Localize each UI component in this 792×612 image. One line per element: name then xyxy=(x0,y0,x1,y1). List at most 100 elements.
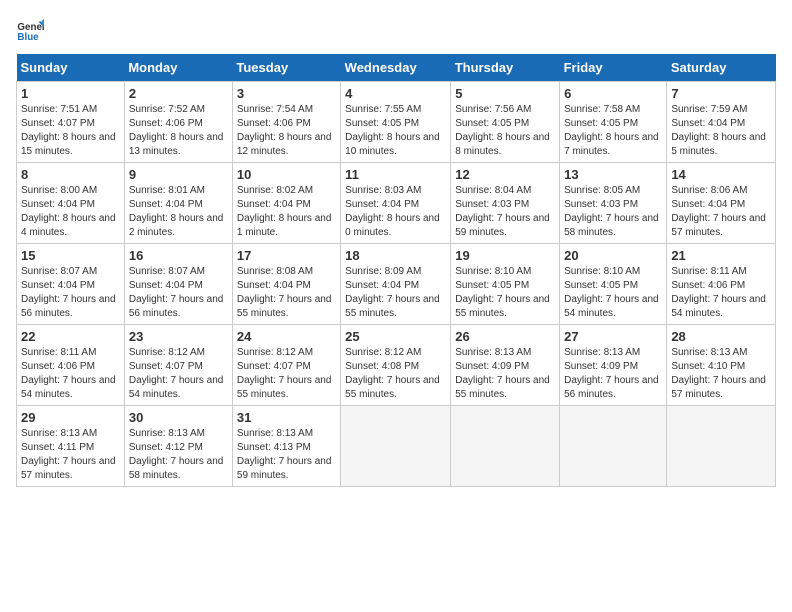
calendar-cell: 31 Sunrise: 8:13 AMSunset: 4:13 PMDaylig… xyxy=(232,406,340,487)
calendar-cell: 29 Sunrise: 8:13 AMSunset: 4:11 PMDaylig… xyxy=(17,406,125,487)
calendar-cell: 14 Sunrise: 8:06 AMSunset: 4:04 PMDaylig… xyxy=(667,163,776,244)
calendar-cell: 10 Sunrise: 8:02 AMSunset: 4:04 PMDaylig… xyxy=(232,163,340,244)
day-number: 14 xyxy=(671,167,771,182)
day-number: 24 xyxy=(237,329,336,344)
calendar-cell: 3 Sunrise: 7:54 AMSunset: 4:06 PMDayligh… xyxy=(232,82,340,163)
header-thursday: Thursday xyxy=(451,54,560,82)
day-number: 29 xyxy=(21,410,120,425)
cell-info: Sunrise: 8:13 AMSunset: 4:13 PMDaylight:… xyxy=(237,428,332,481)
day-number: 31 xyxy=(237,410,336,425)
day-number: 5 xyxy=(455,86,555,101)
cell-info: Sunrise: 8:09 AMSunset: 4:04 PMDaylight:… xyxy=(345,266,440,319)
cell-info: Sunrise: 8:07 AMSunset: 4:04 PMDaylight:… xyxy=(129,266,224,319)
day-number: 13 xyxy=(564,167,662,182)
calendar-cell: 6 Sunrise: 7:58 AMSunset: 4:05 PMDayligh… xyxy=(560,82,667,163)
header-saturday: Saturday xyxy=(667,54,776,82)
calendar-cell: 13 Sunrise: 8:05 AMSunset: 4:03 PMDaylig… xyxy=(560,163,667,244)
day-number: 26 xyxy=(455,329,555,344)
day-number: 11 xyxy=(345,167,446,182)
calendar-cell: 22 Sunrise: 8:11 AMSunset: 4:06 PMDaylig… xyxy=(17,325,125,406)
cell-info: Sunrise: 8:10 AMSunset: 4:05 PMDaylight:… xyxy=(564,266,659,319)
header-tuesday: Tuesday xyxy=(232,54,340,82)
week-row-5: 29 Sunrise: 8:13 AMSunset: 4:11 PMDaylig… xyxy=(17,406,776,487)
calendar-cell xyxy=(667,406,776,487)
calendar-cell: 9 Sunrise: 8:01 AMSunset: 4:04 PMDayligh… xyxy=(124,163,232,244)
svg-text:Blue: Blue xyxy=(17,32,39,43)
day-number: 7 xyxy=(671,86,771,101)
calendar-cell: 4 Sunrise: 7:55 AMSunset: 4:05 PMDayligh… xyxy=(341,82,451,163)
cell-info: Sunrise: 8:04 AMSunset: 4:03 PMDaylight:… xyxy=(455,185,550,238)
cell-info: Sunrise: 7:51 AMSunset: 4:07 PMDaylight:… xyxy=(21,104,116,157)
cell-info: Sunrise: 8:03 AMSunset: 4:04 PMDaylight:… xyxy=(345,185,440,238)
cell-info: Sunrise: 8:13 AMSunset: 4:12 PMDaylight:… xyxy=(129,428,224,481)
day-number: 16 xyxy=(129,248,228,263)
day-number: 9 xyxy=(129,167,228,182)
page-container: General Blue SundayMondayTuesdayWednesda… xyxy=(0,0,792,497)
cell-info: Sunrise: 8:02 AMSunset: 4:04 PMDaylight:… xyxy=(237,185,332,238)
cell-info: Sunrise: 8:12 AMSunset: 4:07 PMDaylight:… xyxy=(129,347,224,400)
cell-info: Sunrise: 8:13 AMSunset: 4:09 PMDaylight:… xyxy=(455,347,550,400)
calendar-cell: 8 Sunrise: 8:00 AMSunset: 4:04 PMDayligh… xyxy=(17,163,125,244)
calendar-cell: 25 Sunrise: 8:12 AMSunset: 4:08 PMDaylig… xyxy=(341,325,451,406)
header-wednesday: Wednesday xyxy=(341,54,451,82)
cell-info: Sunrise: 8:06 AMSunset: 4:04 PMDaylight:… xyxy=(671,185,766,238)
cell-info: Sunrise: 7:54 AMSunset: 4:06 PMDaylight:… xyxy=(237,104,332,157)
cell-info: Sunrise: 8:10 AMSunset: 4:05 PMDaylight:… xyxy=(455,266,550,319)
day-number: 22 xyxy=(21,329,120,344)
calendar-cell: 12 Sunrise: 8:04 AMSunset: 4:03 PMDaylig… xyxy=(451,163,560,244)
header-row: SundayMondayTuesdayWednesdayThursdayFrid… xyxy=(17,54,776,82)
day-number: 18 xyxy=(345,248,446,263)
calendar-cell: 20 Sunrise: 8:10 AMSunset: 4:05 PMDaylig… xyxy=(560,244,667,325)
day-number: 19 xyxy=(455,248,555,263)
cell-info: Sunrise: 8:08 AMSunset: 4:04 PMDaylight:… xyxy=(237,266,332,319)
week-row-4: 22 Sunrise: 8:11 AMSunset: 4:06 PMDaylig… xyxy=(17,325,776,406)
cell-info: Sunrise: 8:13 AMSunset: 4:11 PMDaylight:… xyxy=(21,428,116,481)
calendar-cell: 27 Sunrise: 8:13 AMSunset: 4:09 PMDaylig… xyxy=(560,325,667,406)
day-number: 6 xyxy=(564,86,662,101)
cell-info: Sunrise: 7:58 AMSunset: 4:05 PMDaylight:… xyxy=(564,104,659,157)
cell-info: Sunrise: 7:59 AMSunset: 4:04 PMDaylight:… xyxy=(671,104,766,157)
calendar-table: SundayMondayTuesdayWednesdayThursdayFrid… xyxy=(16,54,776,487)
cell-info: Sunrise: 8:00 AMSunset: 4:04 PMDaylight:… xyxy=(21,185,116,238)
cell-info: Sunrise: 8:13 AMSunset: 4:09 PMDaylight:… xyxy=(564,347,659,400)
calendar-cell: 16 Sunrise: 8:07 AMSunset: 4:04 PMDaylig… xyxy=(124,244,232,325)
day-number: 4 xyxy=(345,86,446,101)
logo-icon: General Blue xyxy=(16,16,44,44)
cell-info: Sunrise: 7:52 AMSunset: 4:06 PMDaylight:… xyxy=(129,104,224,157)
calendar-cell: 26 Sunrise: 8:13 AMSunset: 4:09 PMDaylig… xyxy=(451,325,560,406)
week-row-1: 1 Sunrise: 7:51 AMSunset: 4:07 PMDayligh… xyxy=(17,82,776,163)
cell-info: Sunrise: 8:12 AMSunset: 4:08 PMDaylight:… xyxy=(345,347,440,400)
calendar-cell: 17 Sunrise: 8:08 AMSunset: 4:04 PMDaylig… xyxy=(232,244,340,325)
calendar-cell xyxy=(451,406,560,487)
calendar-cell: 24 Sunrise: 8:12 AMSunset: 4:07 PMDaylig… xyxy=(232,325,340,406)
cell-info: Sunrise: 8:05 AMSunset: 4:03 PMDaylight:… xyxy=(564,185,659,238)
calendar-cell: 7 Sunrise: 7:59 AMSunset: 4:04 PMDayligh… xyxy=(667,82,776,163)
day-number: 10 xyxy=(237,167,336,182)
week-row-2: 8 Sunrise: 8:00 AMSunset: 4:04 PMDayligh… xyxy=(17,163,776,244)
calendar-cell: 5 Sunrise: 7:56 AMSunset: 4:05 PMDayligh… xyxy=(451,82,560,163)
cell-info: Sunrise: 7:56 AMSunset: 4:05 PMDaylight:… xyxy=(455,104,550,157)
logo: General Blue xyxy=(16,16,48,44)
day-number: 27 xyxy=(564,329,662,344)
header-friday: Friday xyxy=(560,54,667,82)
day-number: 28 xyxy=(671,329,771,344)
calendar-cell: 30 Sunrise: 8:13 AMSunset: 4:12 PMDaylig… xyxy=(124,406,232,487)
calendar-cell: 1 Sunrise: 7:51 AMSunset: 4:07 PMDayligh… xyxy=(17,82,125,163)
week-row-3: 15 Sunrise: 8:07 AMSunset: 4:04 PMDaylig… xyxy=(17,244,776,325)
calendar-cell xyxy=(341,406,451,487)
cell-info: Sunrise: 8:07 AMSunset: 4:04 PMDaylight:… xyxy=(21,266,116,319)
header-monday: Monday xyxy=(124,54,232,82)
day-number: 15 xyxy=(21,248,120,263)
cell-info: Sunrise: 8:01 AMSunset: 4:04 PMDaylight:… xyxy=(129,185,224,238)
calendar-cell: 11 Sunrise: 8:03 AMSunset: 4:04 PMDaylig… xyxy=(341,163,451,244)
calendar-cell: 23 Sunrise: 8:12 AMSunset: 4:07 PMDaylig… xyxy=(124,325,232,406)
calendar-cell: 18 Sunrise: 8:09 AMSunset: 4:04 PMDaylig… xyxy=(341,244,451,325)
day-number: 2 xyxy=(129,86,228,101)
day-number: 25 xyxy=(345,329,446,344)
calendar-cell: 2 Sunrise: 7:52 AMSunset: 4:06 PMDayligh… xyxy=(124,82,232,163)
day-number: 3 xyxy=(237,86,336,101)
day-number: 8 xyxy=(21,167,120,182)
day-number: 21 xyxy=(671,248,771,263)
cell-info: Sunrise: 7:55 AMSunset: 4:05 PMDaylight:… xyxy=(345,104,440,157)
day-number: 23 xyxy=(129,329,228,344)
